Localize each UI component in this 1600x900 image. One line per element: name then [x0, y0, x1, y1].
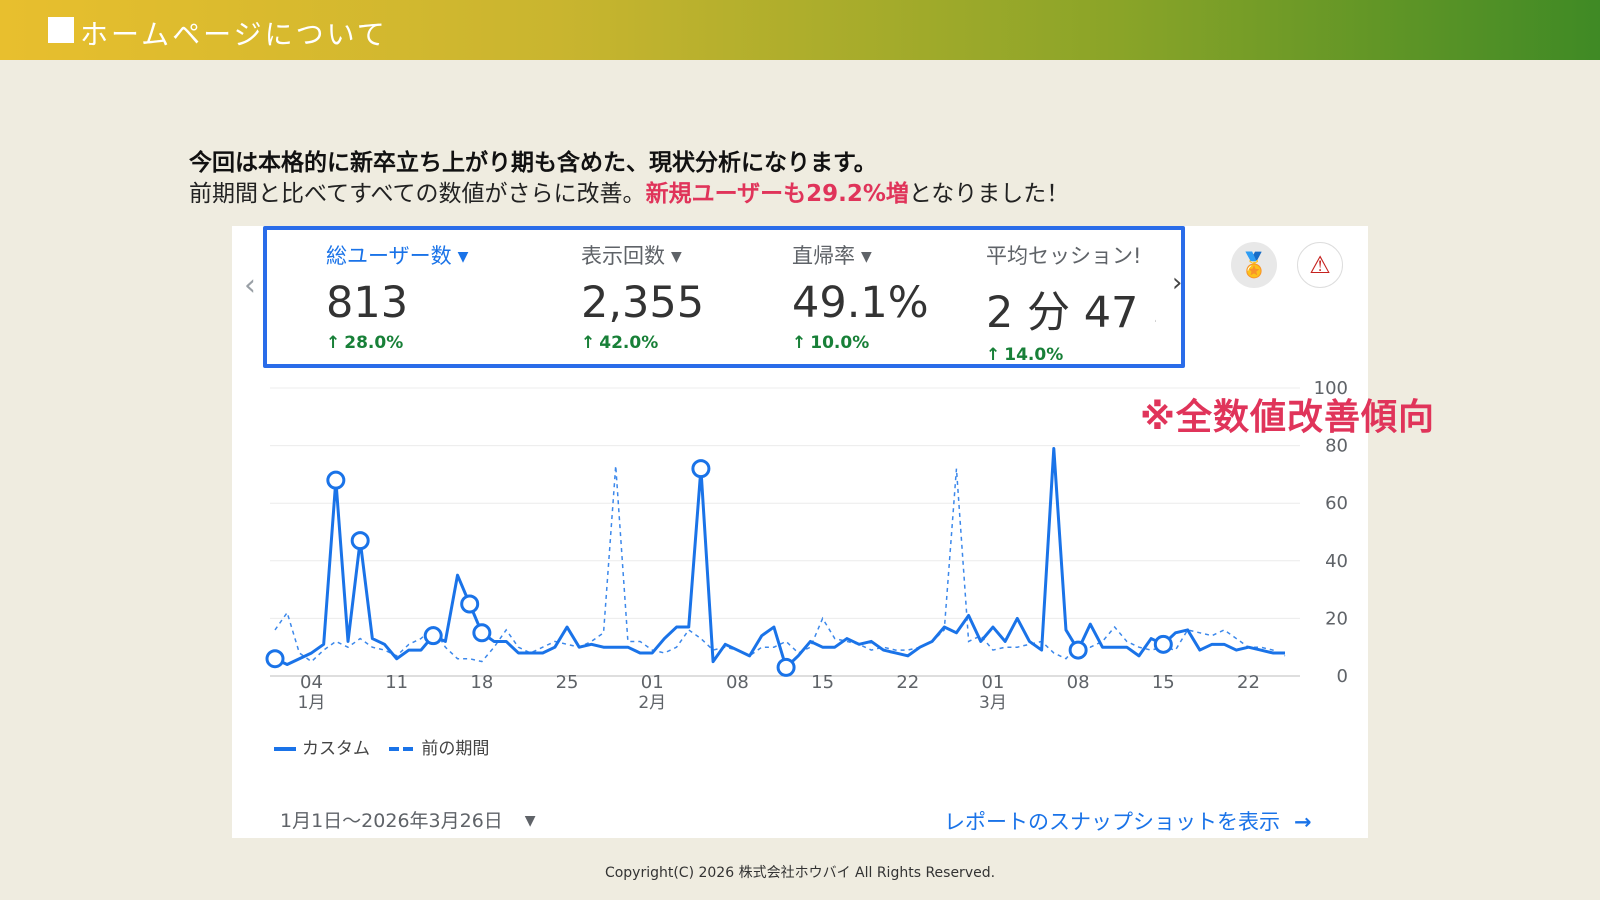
data-point-marker	[423, 626, 443, 646]
x-tick-label: 15	[811, 672, 834, 693]
legend-current: カスタム	[302, 739, 370, 759]
x-tick-label: 08	[726, 672, 749, 693]
chart-legend: カスタム 前の期間	[274, 734, 489, 759]
y-tick-label: 40	[1325, 551, 1348, 572]
x-tick-label: 01	[641, 672, 664, 693]
annotation: ※全数値改善傾向	[1140, 397, 1435, 438]
date-range-text: 1月1日～2026年3月26日	[280, 810, 503, 832]
line-chart: 020406080100041月11 18 25 012月08 15 22 013月08 15…	[265, 378, 1348, 713]
x-tick-label: 22	[896, 672, 919, 693]
legend-previous: 前の期間	[421, 739, 490, 759]
data-point-marker	[1153, 634, 1173, 654]
x-tick-label: 18	[470, 672, 493, 693]
footer-copyright: Copyright(C) 2026 株式会社ホウバイ All Rights Re…	[604, 865, 996, 881]
x-tick-label: 01	[981, 672, 1004, 693]
y-tick-label: 0	[1337, 666, 1348, 687]
y-tick-label: 60	[1325, 493, 1348, 514]
report-link-text: レポートのスナップショットを表示	[944, 810, 1280, 834]
x-tick-label: 25	[556, 672, 579, 693]
y-tick-label: 20	[1325, 608, 1348, 629]
data-point-marker	[776, 657, 796, 677]
data-point-marker	[691, 459, 711, 479]
x-tick-label: 11	[385, 672, 408, 693]
x-tick-sublabel: 2月	[638, 693, 666, 713]
x-tick-label: 04	[300, 672, 323, 693]
data-point-marker	[460, 594, 480, 614]
data-point-marker	[326, 470, 346, 490]
legend-solid-swatch	[274, 747, 296, 751]
arrow-right-icon: →	[1294, 810, 1312, 834]
data-point-marker	[472, 623, 492, 643]
data-point-marker	[265, 649, 285, 669]
x-tick-label: 08	[1067, 672, 1090, 693]
legend-dashed-swatch	[389, 747, 416, 751]
report-snapshot-link[interactable]: レポートのスナップショットを表示 →	[944, 806, 1312, 836]
x-tick-sublabel: 3月	[979, 693, 1007, 713]
data-point-marker	[350, 531, 370, 551]
x-tick-label: 15	[1152, 672, 1175, 693]
data-point-marker	[1068, 640, 1088, 660]
x-tick-sublabel: 1月	[298, 693, 326, 713]
caret-down-icon: ▼	[524, 813, 536, 829]
x-tick-label: 22	[1237, 672, 1260, 693]
date-range-selector[interactable]: 1月1日～2026年3月26日 ▼	[280, 806, 536, 833]
